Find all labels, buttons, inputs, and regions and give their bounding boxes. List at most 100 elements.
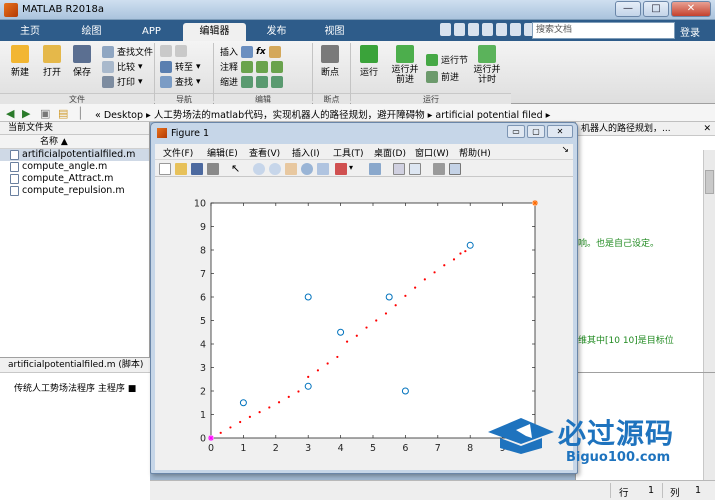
scroll-thumb[interactable] xyxy=(705,170,714,194)
figure-menu-item[interactable]: 文件(F) xyxy=(163,146,193,159)
redo-icon[interactable] xyxy=(510,23,521,36)
file-name: compute_repulsion.m xyxy=(22,185,125,196)
paste-icon[interactable] xyxy=(482,23,493,36)
figure-title-bar[interactable]: Figure 1 ▭ ▢ ✕ xyxy=(151,123,577,143)
save-figure-icon[interactable] xyxy=(191,163,203,175)
breakpoints-button[interactable]: 断点 xyxy=(316,45,344,78)
figure-toolbar: ↖ ▾ xyxy=(155,159,573,177)
figure-menu-item[interactable]: 查看(V) xyxy=(249,146,280,159)
ribbon-tab[interactable]: 绘图 xyxy=(63,23,120,41)
compare-icon xyxy=(102,60,114,73)
ribbon-tab[interactable]: 主页 xyxy=(0,23,60,41)
run-and-time-button[interactable]: 运行并计时 xyxy=(472,45,502,85)
print-button[interactable]: 打印 ▾ xyxy=(102,75,143,88)
run-section-button[interactable]: 运行节 xyxy=(426,53,468,66)
m-file-icon xyxy=(10,162,19,172)
search-documentation-input[interactable]: 搜索文档 xyxy=(532,22,675,39)
find-files-button[interactable]: 查找文件 xyxy=(102,45,153,58)
indent-button[interactable]: 缩进 xyxy=(220,75,284,88)
browse-folder-icon[interactable]: ▤ xyxy=(58,107,68,120)
up-folder-icon[interactable]: ▣ xyxy=(40,107,50,120)
editor-comment-line[interactable]: 维其中[10 10]是目标位 xyxy=(578,333,674,346)
figure-menu-item[interactable]: 窗口(W) xyxy=(415,146,449,159)
insert-button[interactable]: 插入 fx xyxy=(220,45,281,58)
menu-dock-arrow-icon[interactable]: ↘ xyxy=(561,145,569,155)
save-icon[interactable] xyxy=(440,23,451,36)
window-controls: — □ ✕ xyxy=(615,1,711,17)
decrease-indent-icon[interactable] xyxy=(271,75,284,88)
function-browser-icon[interactable] xyxy=(268,45,281,58)
close-button[interactable]: ✕ xyxy=(671,1,711,17)
figure-close-button[interactable]: ✕ xyxy=(547,125,573,138)
y-tick-label: 3 xyxy=(200,363,206,374)
command-scrollbar[interactable] xyxy=(703,373,715,481)
undo-icon[interactable] xyxy=(496,23,507,36)
zoom-out-icon[interactable] xyxy=(269,163,281,175)
print-icon xyxy=(102,75,114,88)
increase-indent-icon[interactable] xyxy=(256,75,269,88)
advance-button[interactable]: 前进 xyxy=(426,70,459,83)
figure-menu-item[interactable]: 编辑(E) xyxy=(207,146,238,159)
back-nav-button[interactable] xyxy=(160,45,187,57)
run-advance-button[interactable]: 运行并前进 xyxy=(390,45,420,85)
figure-maximize-button[interactable]: ▢ xyxy=(527,125,545,138)
open-button[interactable]: 打开 xyxy=(38,45,66,78)
goto-button[interactable]: 转至 ▾ xyxy=(160,60,201,73)
run-button[interactable]: 运行 xyxy=(354,45,384,78)
brush-icon[interactable] xyxy=(335,163,347,175)
print-figure-icon[interactable] xyxy=(207,163,219,175)
file-list: artificialpotentialfiled.m compute_angle.… xyxy=(0,149,149,197)
fx-icon[interactable]: fx xyxy=(256,47,266,57)
y-tick-label: 4 xyxy=(200,340,206,351)
figure-menu-item[interactable]: 工具(T) xyxy=(333,146,364,159)
insert-colorbar-icon[interactable] xyxy=(393,163,405,175)
close-tab-icon[interactable]: ✕ xyxy=(703,122,711,136)
link-plot-icon[interactable] xyxy=(369,163,381,175)
path-point xyxy=(355,334,358,337)
forward-icon[interactable]: ▶ xyxy=(22,107,30,120)
uncomment-icon[interactable] xyxy=(256,60,269,73)
ribbon-tab[interactable]: 视图 xyxy=(307,23,362,41)
compare-button[interactable]: 比较 ▾ xyxy=(102,60,143,73)
open-file-icon[interactable] xyxy=(175,163,187,175)
breadcrumb[interactable]: « Desktop ▸ 人工势场法的matlab代码，实现机器人的路径规划，避开… xyxy=(95,107,550,121)
zoom-in-icon[interactable] xyxy=(253,163,265,175)
ribbon-tab[interactable]: 编辑器 xyxy=(183,23,246,41)
save-button[interactable]: 保存 xyxy=(68,45,96,78)
figure-menu-item[interactable]: 帮助(H) xyxy=(459,146,491,159)
minimize-button[interactable]: — xyxy=(615,1,641,17)
hide-plot-tools-icon[interactable] xyxy=(433,163,445,175)
copy-icon[interactable] xyxy=(468,23,479,36)
figure-menu-item[interactable]: 桌面(D) xyxy=(374,146,406,159)
pan-hand-icon[interactable] xyxy=(285,163,297,175)
find-icon xyxy=(160,75,172,88)
file-list-item[interactable]: compute_angle.m xyxy=(0,161,149,173)
editor-scrollbar[interactable] xyxy=(703,150,715,372)
data-cursor-icon[interactable] xyxy=(317,163,329,175)
cut-icon[interactable] xyxy=(454,23,465,36)
comment-button[interactable]: 注释 xyxy=(220,60,284,73)
ribbon-tab[interactable]: 发布 xyxy=(249,23,304,41)
back-icon[interactable]: ◀ xyxy=(6,107,14,120)
find-button[interactable]: 查找 ▾ xyxy=(160,75,201,88)
new-button[interactable]: 新建 xyxy=(6,45,34,78)
rotate-3d-icon[interactable] xyxy=(301,163,313,175)
file-list-item[interactable]: compute_Attract.m xyxy=(0,173,149,185)
brush-dropdown-icon[interactable]: ▾ xyxy=(349,163,361,175)
maximize-button[interactable]: □ xyxy=(643,1,669,17)
insert-legend-icon[interactable] xyxy=(409,163,421,175)
file-list-item[interactable]: compute_repulsion.m xyxy=(0,185,149,197)
figure-minimize-button[interactable]: ▭ xyxy=(507,125,525,138)
ribbon-tab-bar: 主页 绘图 APP 编辑器 发布 视图 搜索文档 登录 xyxy=(0,20,715,41)
login-button[interactable]: 登录 xyxy=(680,24,700,39)
figure-menu-item[interactable]: 插入(I) xyxy=(292,146,320,159)
file-list-item[interactable]: artificialpotentialfiled.m xyxy=(0,149,149,161)
show-plot-tools-icon[interactable] xyxy=(449,163,461,175)
name-column-header[interactable]: 名称 ▲ xyxy=(0,135,149,149)
new-figure-icon[interactable] xyxy=(159,163,171,175)
editor-tab[interactable]: 机器人的路径规划，... ✕ xyxy=(576,122,715,136)
ribbon-tab[interactable]: APP xyxy=(123,23,180,41)
editor-comment-line[interactable]: 响。也是自己设定。 xyxy=(578,236,659,249)
wrap-comment-icon[interactable] xyxy=(271,60,284,73)
pointer-icon[interactable]: ↖ xyxy=(231,162,243,175)
